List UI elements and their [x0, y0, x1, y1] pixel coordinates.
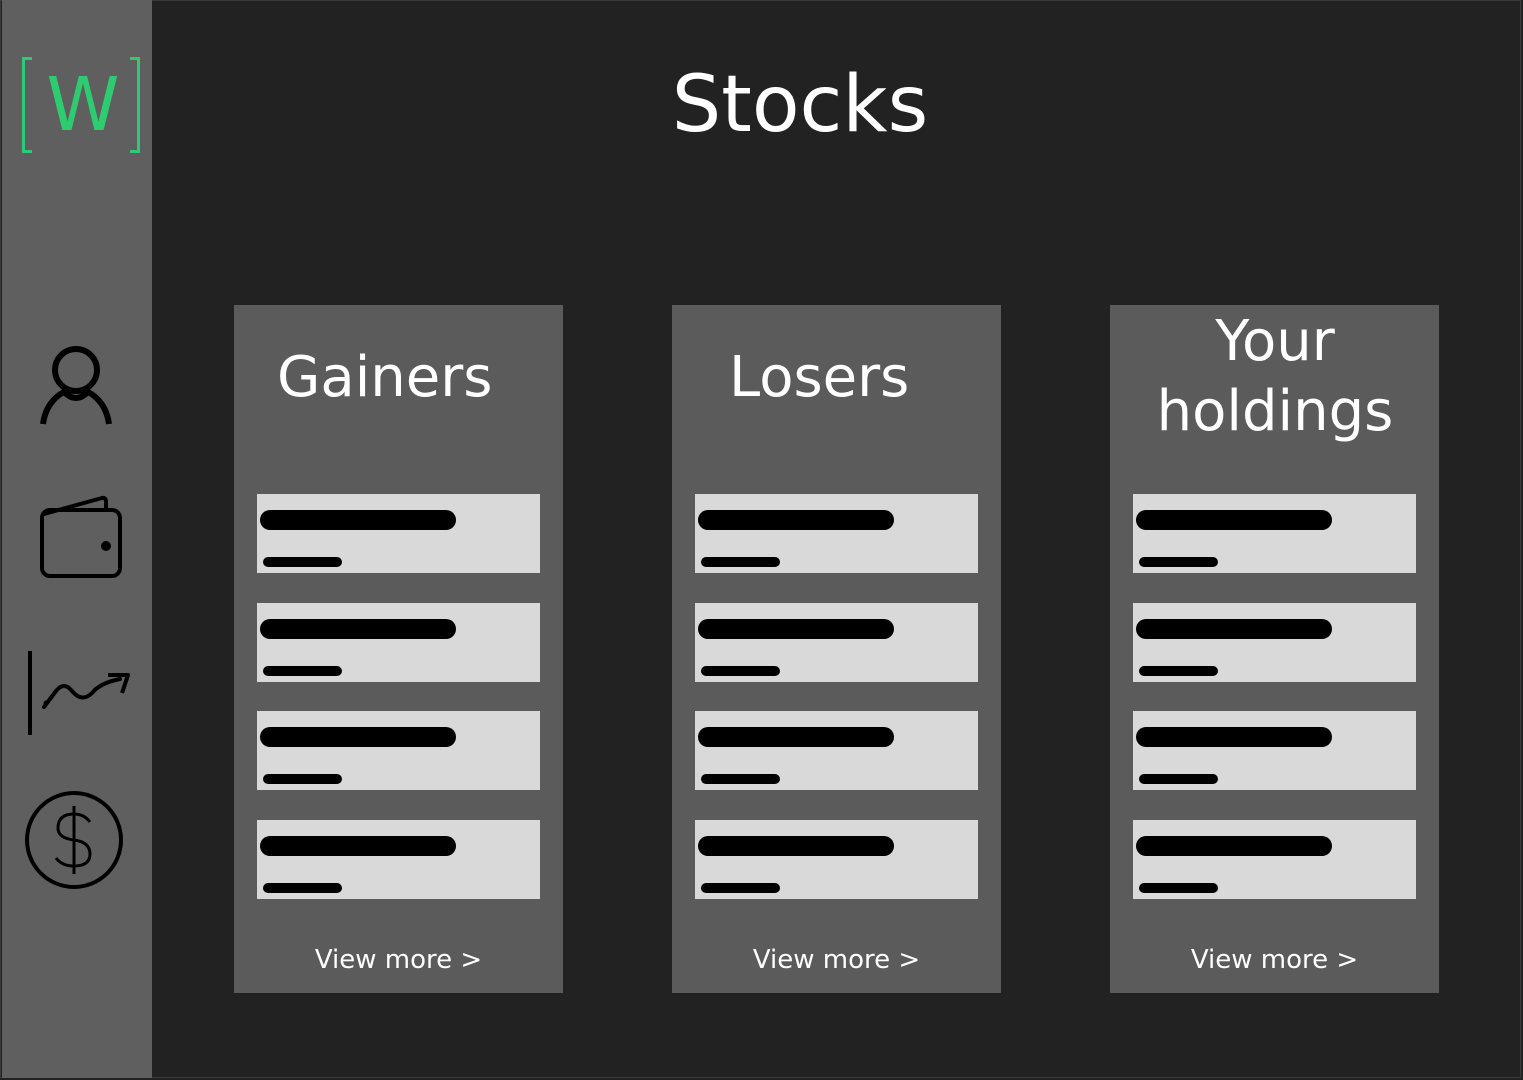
placeholder-line — [260, 510, 456, 530]
logo-letter: W — [46, 62, 120, 148]
placeholder-line — [263, 666, 342, 676]
placeholder-line — [263, 557, 342, 567]
chart-trend-icon — [28, 651, 130, 735]
placeholder-line — [1139, 666, 1218, 676]
list-item[interactable] — [695, 603, 978, 682]
dollar-icon — [25, 791, 123, 889]
card-gainers: Gainers View more > — [234, 305, 563, 993]
view-more-link[interactable]: View more > — [1110, 943, 1439, 977]
sidebar: W — [2, 0, 152, 1078]
placeholder-line — [1136, 727, 1332, 747]
list-item[interactable] — [1133, 711, 1416, 790]
card-losers: Losers View more > — [672, 305, 1001, 993]
placeholder-line — [1139, 774, 1218, 784]
list-item[interactable] — [257, 603, 540, 682]
placeholder-line — [698, 619, 894, 639]
placeholder-line — [701, 557, 780, 567]
user-icon — [40, 346, 112, 425]
placeholder-line — [1139, 883, 1218, 893]
list-item[interactable] — [257, 711, 540, 790]
logo-bracket-right — [130, 57, 140, 153]
placeholder-line — [263, 774, 342, 784]
page-title: Stocks — [671, 60, 929, 150]
placeholder-line — [260, 836, 456, 856]
list-item[interactable] — [1133, 494, 1416, 573]
placeholder-line — [260, 727, 456, 747]
sidebar-item-profile[interactable] — [20, 340, 132, 440]
sidebar-item-payments[interactable] — [20, 790, 132, 890]
placeholder-line — [260, 619, 456, 639]
sidebar-item-wallet[interactable] — [20, 490, 132, 590]
placeholder-line — [698, 727, 894, 747]
placeholder-line — [701, 883, 780, 893]
list-item[interactable] — [695, 820, 978, 899]
wallet-icon — [40, 495, 122, 578]
placeholder-line — [701, 666, 780, 676]
card-title: Losers — [729, 345, 910, 410]
list-item[interactable] — [1133, 603, 1416, 682]
logo-bracket-left — [22, 57, 32, 153]
sidebar-item-market[interactable] — [20, 645, 132, 745]
placeholder-line — [1139, 557, 1218, 567]
card-title: Your holdings — [1156, 309, 1394, 444]
list-item[interactable] — [257, 494, 540, 573]
card-title: Gainers — [277, 345, 493, 410]
placeholder-line — [1136, 836, 1332, 856]
placeholder-line — [263, 883, 342, 893]
card-holdings: Your holdings View more > — [1110, 305, 1439, 993]
list-item[interactable] — [257, 820, 540, 899]
list-item[interactable] — [695, 494, 978, 573]
list-item[interactable] — [695, 711, 978, 790]
placeholder-line — [1136, 510, 1332, 530]
placeholder-line — [698, 836, 894, 856]
view-more-link[interactable]: View more > — [234, 943, 563, 977]
placeholder-line — [701, 774, 780, 784]
list-item[interactable] — [1133, 820, 1416, 899]
placeholder-line — [698, 510, 894, 530]
app-logo[interactable]: W — [16, 52, 150, 162]
placeholder-line — [1136, 619, 1332, 639]
view-more-link[interactable]: View more > — [672, 943, 1001, 977]
